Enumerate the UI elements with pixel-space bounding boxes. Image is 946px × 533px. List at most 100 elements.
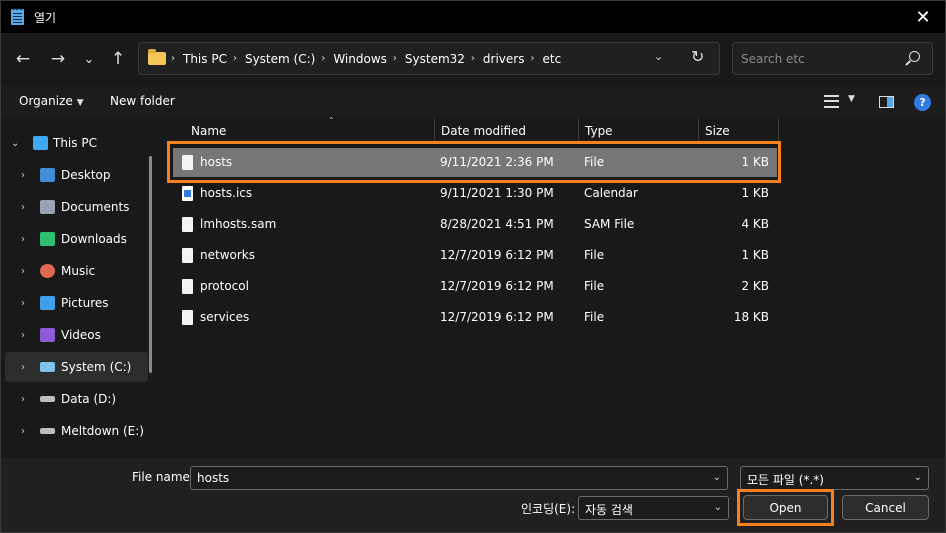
- sidebar-item-meltdown-e[interactable]: › Meltdown (E:): [5, 416, 148, 446]
- chevron-right-icon[interactable]: ›: [321, 53, 325, 64]
- encoding-select[interactable]: 자동 검색 ⌄: [578, 496, 729, 520]
- cancel-button[interactable]: Cancel: [842, 495, 929, 520]
- chevron-right-icon[interactable]: ›: [21, 170, 25, 181]
- open-file-dialog: 열기 ✕ ← → ⌄ ↑ › This PC › System (C:) › W…: [0, 0, 946, 533]
- sidebar-item-pictures[interactable]: › Pictures: [5, 288, 148, 318]
- file-type: Calendar: [584, 186, 638, 200]
- breadcrumb: › This PC › System (C:) › Windows › Syst…: [171, 43, 567, 74]
- sidebar-item-this-pc[interactable]: ⌄ This PC: [5, 128, 148, 158]
- file-date: 8/28/2021 4:51 PM: [440, 217, 554, 231]
- file-row-protocol[interactable]: protocol 12/7/2019 6:12 PM File 2 KB: [173, 272, 777, 301]
- sidebar-item-data-d[interactable]: › Data (D:): [5, 384, 148, 414]
- sidebar-item-videos[interactable]: › Videos: [5, 320, 148, 350]
- breadcrumb-system-c[interactable]: System (C:): [245, 52, 315, 66]
- sidebar-item-label: Desktop: [61, 168, 111, 182]
- sidebar-scrollbar[interactable]: [149, 156, 152, 373]
- sidebar-item-system-c[interactable]: › System (C:): [5, 352, 148, 382]
- window-title: 열기: [34, 11, 57, 25]
- encoding-label: 인코딩(E):: [521, 502, 576, 516]
- column-header-label: Size: [705, 124, 730, 138]
- sidebar-item-label: Downloads: [61, 232, 127, 246]
- chevron-right-icon[interactable]: ›: [21, 362, 25, 373]
- view-details-icon[interactable]: [824, 95, 839, 108]
- search-icon[interactable]: [909, 51, 920, 62]
- chevron-right-icon[interactable]: ›: [21, 298, 25, 309]
- monitor-icon: [33, 136, 48, 150]
- navigation-pane: ⌄ This PC › Desktop › Documents › Downlo…: [1, 118, 159, 458]
- sidebar-item-desktop[interactable]: › Desktop: [5, 160, 148, 190]
- file-size: 1 KB: [741, 248, 769, 262]
- breadcrumb-drivers[interactable]: drivers: [483, 52, 525, 66]
- file-name-field[interactable]: hosts ⌄: [190, 466, 728, 490]
- up-button[interactable]: ↑: [104, 45, 132, 73]
- chevron-right-icon[interactable]: ›: [21, 234, 25, 245]
- address-history-dropdown[interactable]: ⌄: [654, 50, 663, 63]
- column-header-label: Date modified: [441, 124, 527, 138]
- file-row-networks[interactable]: networks 12/7/2019 6:12 PM File 1 KB: [173, 241, 777, 270]
- chevron-right-icon[interactable]: ›: [21, 266, 25, 277]
- organize-button[interactable]: Organize ▼: [19, 94, 84, 108]
- view-options-caret[interactable]: ▼: [848, 94, 855, 104]
- search-input[interactable]: [741, 50, 901, 67]
- drive-icon: [40, 362, 55, 372]
- chevron-right-icon[interactable]: ›: [530, 53, 534, 64]
- breadcrumb-this-pc[interactable]: This PC: [183, 52, 227, 66]
- file-type: File: [584, 310, 605, 324]
- file-row-hosts-ics[interactable]: hosts.ics 9/11/2021 1:30 PM Calendar 1 K…: [173, 179, 777, 208]
- chevron-right-icon[interactable]: ›: [21, 426, 25, 437]
- chevron-right-icon[interactable]: ›: [21, 202, 25, 213]
- sidebar-item-label: System (C:): [61, 360, 132, 374]
- file-name: lmhosts.sam: [200, 217, 277, 231]
- chevron-down-icon[interactable]: ⌄: [11, 138, 19, 149]
- close-button[interactable]: ✕: [903, 1, 943, 33]
- chevron-right-icon[interactable]: ›: [393, 53, 397, 64]
- chevron-right-icon[interactable]: ›: [21, 330, 25, 341]
- open-button-highlight: [737, 489, 834, 526]
- file-type-filter-value: 모든 파일 (*.*): [747, 473, 824, 487]
- file-date: 12/7/2019 6:12 PM: [440, 248, 554, 262]
- breadcrumb-etc[interactable]: etc: [542, 52, 561, 66]
- file-name-value: hosts: [197, 471, 230, 485]
- sidebar-item-documents[interactable]: › Documents: [5, 192, 148, 222]
- address-bar[interactable]: › This PC › System (C:) › Windows › Syst…: [138, 42, 720, 75]
- file-type: File: [584, 279, 605, 293]
- new-folder-button[interactable]: New folder: [110, 94, 175, 108]
- file-type-filter[interactable]: 모든 파일 (*.*) ⌄: [740, 466, 929, 490]
- sidebar-item-music[interactable]: › Music: [5, 256, 148, 286]
- file-size: 4 KB: [741, 217, 769, 231]
- column-header-label: Name: [191, 124, 227, 138]
- forward-button[interactable]: →: [44, 45, 72, 73]
- chevron-right-icon[interactable]: ›: [21, 394, 25, 405]
- search-box[interactable]: [732, 42, 933, 75]
- chevron-down-icon[interactable]: ⌄: [914, 472, 922, 483]
- sidebar-item-label: Videos: [61, 328, 101, 342]
- music-icon: [40, 264, 55, 278]
- file-row-services[interactable]: services 12/7/2019 6:12 PM File 18 KB: [173, 303, 777, 332]
- column-header-label: Type: [585, 124, 613, 138]
- file-icon: [182, 310, 193, 325]
- file-row-lmhosts-sam[interactable]: lmhosts.sam 8/28/2021 4:51 PM SAM File 4…: [173, 210, 777, 239]
- sidebar-item-downloads[interactable]: › Downloads: [5, 224, 148, 254]
- calendar-file-icon: [182, 186, 193, 201]
- file-type: File: [584, 248, 605, 262]
- chevron-right-icon[interactable]: ›: [471, 53, 475, 64]
- chevron-right-icon[interactable]: ›: [233, 53, 237, 64]
- videos-icon: [40, 328, 55, 342]
- chevron-down-icon[interactable]: ⌄: [714, 502, 722, 513]
- breadcrumb-windows[interactable]: Windows: [333, 52, 387, 66]
- refresh-button[interactable]: ↻: [691, 47, 704, 66]
- caret-down-icon: ▼: [76, 98, 84, 108]
- file-date: 9/11/2021 1:30 PM: [440, 186, 554, 200]
- file-name: services: [200, 310, 250, 324]
- pictures-icon: [40, 296, 55, 310]
- encoding-value: 자동 검색: [585, 503, 633, 517]
- chevron-right-icon: ›: [171, 53, 175, 64]
- sidebar-item-label: Pictures: [61, 296, 109, 310]
- recent-locations-button[interactable]: ⌄: [75, 45, 103, 73]
- chevron-down-icon[interactable]: ⌄: [713, 472, 721, 483]
- preview-pane-icon[interactable]: [879, 96, 894, 108]
- desktop-icon: [40, 168, 55, 182]
- breadcrumb-system32[interactable]: System32: [405, 52, 465, 66]
- help-icon[interactable]: ?: [914, 94, 931, 111]
- back-button[interactable]: ←: [9, 45, 37, 73]
